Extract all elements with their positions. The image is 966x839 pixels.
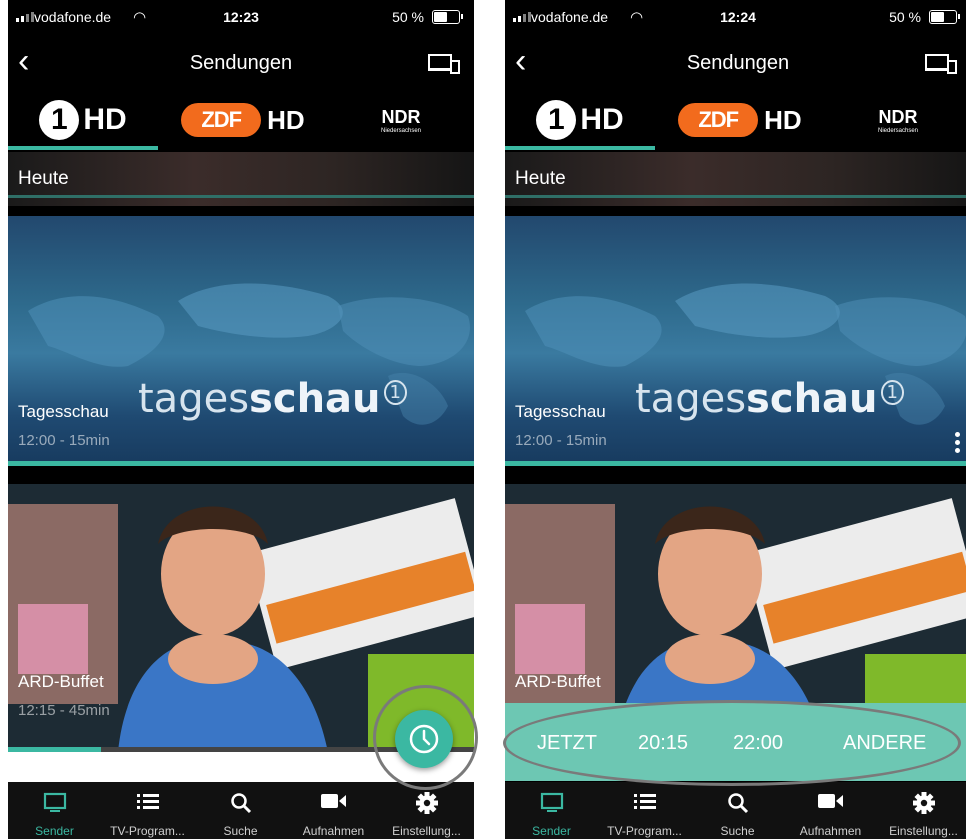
battery-percent: 50 %	[889, 9, 921, 25]
time-option-2200[interactable]: 22:00	[733, 732, 783, 755]
ndr-logo: NDR Niedersachsen	[877, 106, 919, 134]
day-header-bar	[8, 195, 474, 198]
tab-sender[interactable]: Sender	[8, 782, 101, 839]
search-icon	[194, 792, 287, 814]
gear-icon	[877, 792, 966, 814]
program-card-tagesschau[interactable]: tagesschau 1 Tagesschau 12:00 - 15min	[8, 216, 474, 466]
devices-icon[interactable]	[428, 54, 460, 76]
nav-bar: ‹ Sendungen	[8, 40, 474, 88]
day-header: Heute	[8, 152, 474, 206]
battery-icon	[432, 10, 463, 24]
channel-tabs: 1 HD ZDF HD NDR Niedersachsen	[8, 92, 474, 152]
program-time: 12:15 - 45min	[18, 702, 110, 719]
search-icon	[691, 792, 784, 814]
tab-sender[interactable]: Sender	[505, 782, 598, 839]
status-bar: vodafone.de ◠ 12:24 50 %	[505, 0, 966, 40]
tab-label: Aufnahmen	[302, 824, 365, 838]
tab-label: Suche	[720, 824, 755, 838]
tab-label: Aufnahmen	[799, 824, 862, 838]
tab-channel-ndr[interactable]: NDR Niedersachsen	[328, 92, 474, 148]
tab-label: Sender	[35, 824, 74, 838]
program-time: 12:00 - 15min	[18, 432, 110, 449]
zdf-logo: ZDF HD	[181, 103, 305, 137]
screenshot-right: vodafone.de ◠ 12:24 50 % ‹ Sendungen 1 HD…	[505, 0, 966, 839]
active-tab-indicator	[505, 146, 655, 150]
tab-einstellungen[interactable]: Einstellung...	[877, 782, 966, 839]
time-picker-bar: JETZT 20:15 22:00 ANDERE	[505, 703, 966, 781]
tab-channel-ard[interactable]: 1 HD	[8, 92, 158, 148]
time-option-andere[interactable]: ANDERE	[843, 732, 926, 755]
more-options-icon[interactable]	[955, 432, 961, 456]
world-map-image	[28, 283, 470, 425]
tab-label: TV-Program...	[110, 824, 185, 838]
tagesschau-brand-logo: tagesschau 1	[635, 376, 904, 422]
battery-percent: 50 %	[392, 9, 424, 25]
ard-logo: 1 HD	[39, 100, 127, 140]
clock-icon	[409, 724, 439, 754]
channel-tabs: 1 HD ZDF HD NDR Niedersachsen	[505, 92, 966, 152]
world-map-image	[525, 283, 966, 425]
tab-label: Einstellung...	[889, 824, 958, 838]
tab-channel-ard[interactable]: 1 HD	[505, 92, 655, 148]
time-option-2015[interactable]: 20:15	[638, 732, 688, 755]
day-header-label: Heute	[18, 168, 69, 189]
video-camera-icon	[287, 792, 380, 814]
tab-label: Sender	[532, 824, 571, 838]
tab-label: Einstellung...	[392, 824, 461, 838]
bottom-tab-bar: Sender TV-Program... Suche Aufnahmen Ein…	[505, 782, 966, 839]
status-bar: vodafone.de ◠ 12:23 50 %	[8, 0, 474, 40]
screenshot-left: vodafone.de ◠ 12:23 50 % ‹ Sendungen 1 HD…	[8, 0, 474, 839]
tab-suche[interactable]: Suche	[691, 782, 784, 839]
program-card-ard-buffet[interactable]: ARD-Buffet 12:15 - 45min	[8, 484, 474, 752]
tab-channel-zdf[interactable]: ZDF HD	[655, 92, 825, 148]
gear-icon	[380, 792, 473, 814]
bottom-tab-bar: Sender TV-Program... Suche Aufnahmen Ein…	[8, 782, 474, 839]
page-title: Sendungen	[686, 52, 790, 74]
day-header-label: Heute	[515, 168, 566, 189]
devices-icon[interactable]	[925, 54, 957, 76]
day-header: Heute	[505, 152, 966, 206]
clock-fab-button[interactable]	[395, 710, 453, 768]
tab-tv-programm[interactable]: TV-Program...	[598, 782, 691, 839]
tv-icon	[505, 792, 598, 814]
program-title: Tagesschau	[515, 402, 606, 421]
tab-einstellungen[interactable]: Einstellung...	[380, 782, 473, 839]
list-icon	[598, 792, 691, 814]
program-title: Tagesschau	[18, 402, 109, 421]
video-camera-icon	[784, 792, 877, 814]
nav-bar: ‹ Sendungen	[505, 40, 966, 88]
program-progress-bar	[505, 461, 966, 466]
page-title: Sendungen	[189, 52, 293, 74]
tab-channel-ndr[interactable]: NDR Niedersachsen	[825, 92, 966, 148]
tab-aufnahmen[interactable]: Aufnahmen	[287, 782, 380, 839]
tv-icon	[8, 792, 101, 814]
battery-icon	[929, 10, 960, 24]
program-title: ARD-Buffet	[515, 672, 601, 691]
time-option-jetzt[interactable]: JETZT	[537, 732, 597, 755]
day-header-bar	[505, 195, 966, 198]
tab-aufnahmen[interactable]: Aufnahmen	[784, 782, 877, 839]
tab-suche[interactable]: Suche	[194, 782, 287, 839]
active-tab-indicator	[8, 146, 158, 150]
program-progress-bar	[8, 461, 474, 466]
ard-logo: 1 HD	[536, 100, 624, 140]
tab-channel-zdf[interactable]: ZDF HD	[158, 92, 328, 148]
program-time: 12:00 - 15min	[515, 432, 607, 449]
program-card-tagesschau[interactable]: tagesschau 1 Tagesschau 12:00 - 15min	[505, 216, 966, 466]
zdf-logo: ZDF HD	[678, 103, 802, 137]
program-title: ARD-Buffet	[18, 672, 104, 691]
list-icon	[101, 792, 194, 814]
tab-label: TV-Program...	[607, 824, 682, 838]
tagesschau-brand-logo: tagesschau 1	[138, 376, 407, 422]
ndr-logo: NDR Niedersachsen	[380, 106, 422, 134]
tab-tv-programm[interactable]: TV-Program...	[101, 782, 194, 839]
tab-label: Suche	[223, 824, 258, 838]
